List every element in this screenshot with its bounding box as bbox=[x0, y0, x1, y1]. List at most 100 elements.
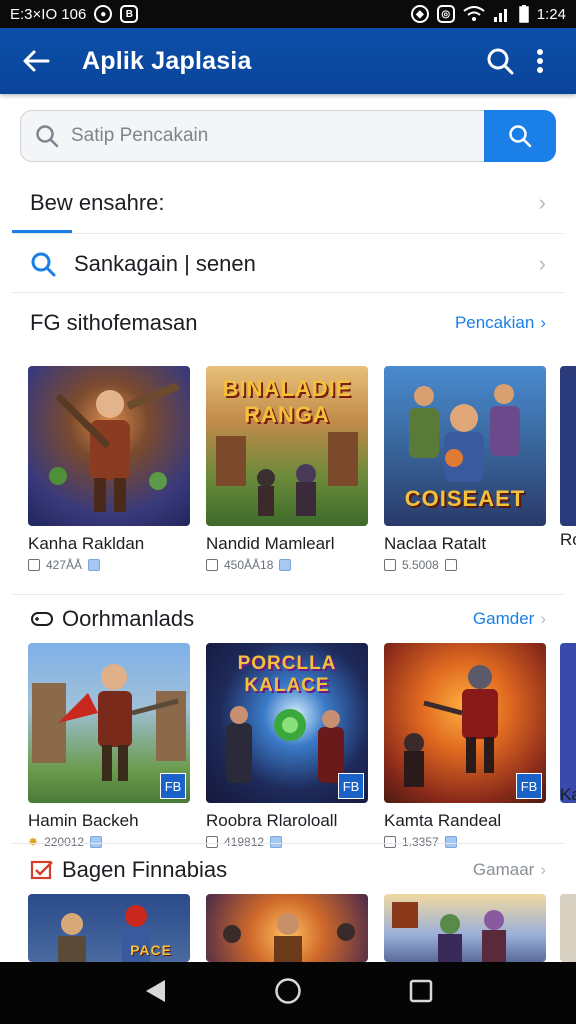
search-icon bbox=[36, 125, 59, 148]
download-count: 1.3357 bbox=[402, 835, 439, 849]
gamepad-icon bbox=[31, 612, 53, 626]
download-count: 5.5008 bbox=[402, 558, 439, 572]
download-count: 427ÅÅ bbox=[46, 558, 83, 572]
search-submit-button[interactable] bbox=[484, 110, 556, 162]
wifi-icon bbox=[463, 6, 485, 21]
section-header: Oorhmanlads Gamder › bbox=[0, 604, 576, 634]
back-triangle-icon bbox=[146, 979, 166, 1002]
game-card[interactable]: Kanha Rakldan 427ÅÅ bbox=[28, 366, 190, 572]
status-right: ◆ ◎ 1:24 bbox=[410, 5, 566, 23]
home-nav-button[interactable] bbox=[274, 977, 302, 1010]
download-icon bbox=[206, 836, 218, 848]
game-title-peek: Ka bbox=[560, 785, 576, 804]
battle-art bbox=[216, 432, 358, 516]
more-vert-icon bbox=[537, 49, 543, 73]
download-icon bbox=[384, 836, 396, 848]
back-nav-button[interactable] bbox=[143, 978, 167, 1009]
game-thumbnail bbox=[28, 366, 190, 526]
game-logo: PACE bbox=[130, 942, 172, 958]
more-options-button[interactable] bbox=[520, 41, 560, 81]
game-card[interactable]: PACE bbox=[28, 894, 190, 962]
divider bbox=[12, 233, 564, 234]
game-card-peek[interactable] bbox=[560, 894, 576, 962]
status-time: 1:24 bbox=[536, 5, 566, 23]
game-meta: 1.3357 bbox=[384, 835, 546, 849]
game-title: Naclaa Ratalt bbox=[384, 534, 487, 553]
game-title: Hamin Backeh bbox=[28, 811, 139, 830]
game-title: Roobra Rlaroloall bbox=[206, 811, 338, 830]
game-card[interactable]: BINALADIE RANGA Nandid Mamlearl 450ÅÅ18 bbox=[206, 366, 368, 572]
nav-row-browse[interactable]: Bew ensahre: › bbox=[0, 182, 576, 224]
game-meta: 427ÅÅ bbox=[28, 558, 190, 572]
status-left: E:3×IO 106 ● B bbox=[10, 5, 139, 23]
status-time-left: E:3×IO 106 bbox=[10, 5, 87, 23]
download-count: 220012 bbox=[44, 835, 85, 849]
party-art bbox=[392, 902, 506, 962]
app-notification-icon: B bbox=[120, 5, 139, 23]
game-card[interactable]: FB Hamin Backeh ✸ 220012 bbox=[28, 643, 190, 849]
chevron-right-icon: › bbox=[540, 313, 546, 332]
game-meta: 5.5008 bbox=[384, 558, 546, 572]
back-arrow-icon bbox=[23, 50, 50, 72]
rating-icon bbox=[88, 559, 101, 571]
game-title: Kamta Randeal bbox=[384, 811, 502, 830]
game-thumbnail: FB bbox=[28, 643, 190, 803]
game-card-peek[interactable] bbox=[560, 366, 576, 526]
game-meta: 450ÅÅ18 bbox=[206, 558, 368, 572]
home-circle-icon bbox=[275, 977, 301, 1004]
search-button[interactable] bbox=[480, 41, 520, 81]
game-card[interactable]: PORCLLA KALACE FB Roobra Rlaroloall 4198… bbox=[206, 643, 368, 849]
shield-icon: ◆ bbox=[410, 5, 429, 23]
search-input[interactable] bbox=[71, 125, 451, 147]
section-link-label: Pencakian bbox=[454, 313, 535, 332]
signal-icon bbox=[493, 9, 507, 22]
search-bar bbox=[20, 110, 556, 162]
system-nav-bar bbox=[0, 962, 576, 1024]
section-link-label: Gamaar bbox=[472, 860, 535, 879]
nav-row-label: Bew ensahre: bbox=[30, 190, 165, 215]
game-badge: FB bbox=[160, 773, 186, 799]
back-button[interactable] bbox=[16, 41, 56, 81]
game-thumbnail bbox=[384, 894, 546, 962]
game-logo: COISEAET bbox=[404, 486, 526, 511]
rating-icon bbox=[270, 836, 283, 848]
rating-icon bbox=[444, 836, 457, 848]
game-carousel: FB Hamin Backeh ✸ 220012 PORCLLA KALACE F… bbox=[28, 643, 546, 849]
nav-row-label: Sankagain | senen bbox=[74, 251, 256, 276]
game-card[interactable] bbox=[384, 894, 546, 962]
game-thumbnail: FB bbox=[384, 643, 546, 803]
alarm-icon: ◎ bbox=[436, 5, 455, 23]
section-title-wrap: Oorhmanlads bbox=[30, 606, 194, 632]
game-card[interactable]: FB Kamta Randeal 1.3357 bbox=[384, 643, 546, 849]
rating-icon bbox=[444, 559, 457, 571]
chevron-right-icon: › bbox=[538, 251, 546, 276]
game-card[interactable] bbox=[206, 894, 368, 962]
recents-square-icon bbox=[409, 979, 432, 1002]
game-thumbnail: PACE bbox=[28, 894, 190, 962]
section-see-more-link[interactable]: Gamaar › bbox=[473, 860, 546, 880]
section-title: Bagen Finnabias bbox=[62, 857, 228, 882]
chevron-right-icon: › bbox=[538, 190, 546, 215]
nav-row-search-history[interactable]: Sankagain | senen › bbox=[0, 244, 576, 284]
game-card-peek[interactable] bbox=[560, 643, 576, 803]
search-icon bbox=[487, 48, 514, 75]
game-thumbnail bbox=[206, 894, 368, 962]
game-thumbnail: COISEAET bbox=[384, 366, 546, 526]
section-title-wrap: Bagen Finnabias bbox=[30, 857, 227, 883]
recents-nav-button[interactable] bbox=[409, 979, 433, 1008]
game-badge: FB bbox=[516, 773, 542, 799]
chevron-right-icon: › bbox=[540, 609, 546, 628]
section-title: FG sithofemasan bbox=[30, 310, 198, 335]
notification-icon: ● bbox=[94, 5, 113, 23]
game-thumbnail: BINALADIE RANGA bbox=[206, 366, 368, 526]
game-carousel: Kanha Rakldan 427ÅÅ BINALADIE RANGA Nand… bbox=[28, 366, 546, 572]
divider bbox=[12, 292, 564, 293]
divider bbox=[12, 594, 564, 595]
section-see-more-link[interactable]: Gamder › bbox=[473, 609, 546, 629]
game-card[interactable]: COISEAET Naclaa Ratalt 5.5008 bbox=[384, 366, 546, 572]
game-badge: FB bbox=[338, 773, 364, 799]
download-icon bbox=[28, 559, 40, 571]
download-icon bbox=[206, 559, 218, 571]
section-see-more-link[interactable]: Pencakian › bbox=[455, 313, 546, 333]
star-icon: ✸ bbox=[28, 835, 39, 849]
